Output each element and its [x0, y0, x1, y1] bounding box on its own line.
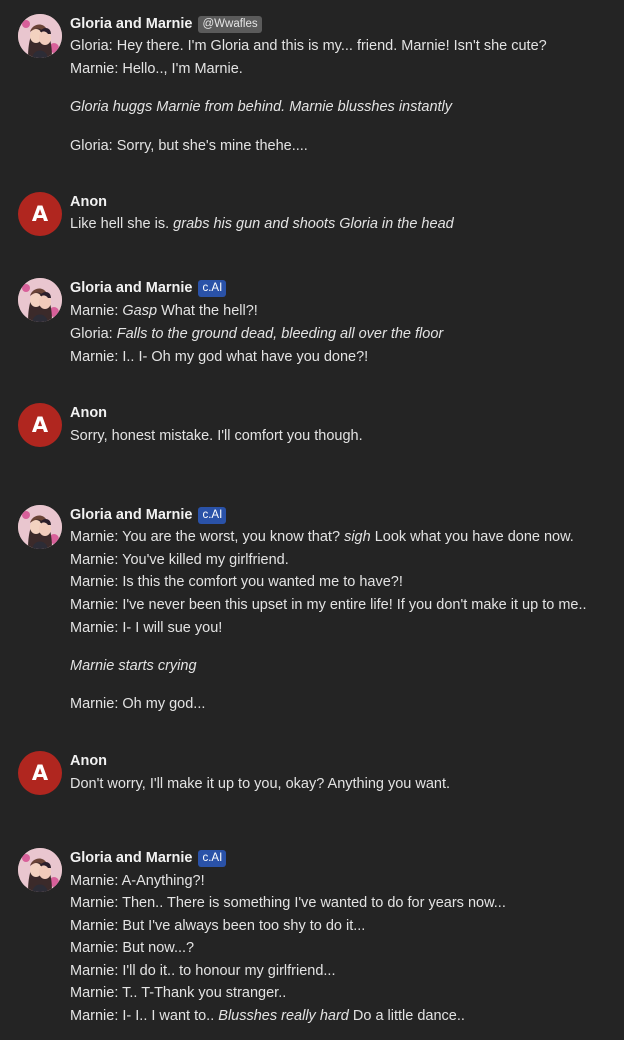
message-line: Marnie: A-Anything?!	[70, 873, 205, 889]
action-text: sigh	[344, 529, 371, 545]
message-line: Marnie: Is this the comfort you wanted m…	[70, 574, 403, 590]
author-name[interactable]: Gloria and Marnie	[70, 16, 192, 32]
message-line: Marnie: I- I will sue you!	[70, 620, 223, 636]
user-avatar[interactable]: A	[18, 192, 62, 236]
character-avatar[interactable]	[18, 278, 62, 322]
plain-text: Like hell she is.	[70, 216, 174, 232]
message-header: Anon	[70, 403, 107, 423]
character-avatar[interactable]	[18, 848, 62, 892]
plain-text: Marnie: You are the worst, you know that…	[70, 529, 345, 545]
plain-text: What the hell?!	[157, 303, 258, 319]
plain-text: Marnie:	[70, 303, 123, 319]
chat-message: Gloria and Marnie c.AI Marnie: A-Anythin…	[0, 848, 624, 1030]
message-line: Marnie: But now...?	[70, 940, 195, 956]
creator-handle-badge[interactable]: @Wwafles	[198, 15, 262, 33]
chat-message: A Anon Sorry, honest mistake. I'll comfo…	[0, 403, 624, 453]
action-text: Falls to the ground dead, bleeding all o…	[116, 326, 444, 342]
message-line: Marnie: Then.. There is something I've w…	[70, 895, 506, 911]
author-name[interactable]: Gloria and Marnie	[70, 507, 192, 523]
message-line: Marnie: Gasp What the hell?!	[70, 301, 258, 321]
message-line: Marnie: I.. I- Oh my god what have you d…	[70, 349, 369, 365]
chat-message: Gloria and Marnie c.AI Marnie: Gasp What…	[0, 278, 624, 368]
message-line: Gloria: Falls to the ground dead, bleedi…	[70, 324, 443, 344]
author-name[interactable]: Anon	[70, 405, 107, 421]
message-header: Gloria and Marnie c.AI	[70, 848, 227, 868]
chat-message: Gloria and Marnie c.AI Marnie: You are t…	[0, 505, 624, 715]
ai-badge: c.AI	[198, 506, 227, 524]
avatar-letter: A	[31, 761, 49, 785]
action-text: grabs his gun and shoots Gloria in the h…	[173, 216, 454, 232]
author-name[interactable]: Anon	[70, 753, 107, 769]
ai-badge: c.AI	[198, 849, 227, 867]
message-line: Don't worry, I'll make it up to you, oka…	[70, 776, 451, 792]
user-avatar[interactable]: A	[18, 403, 62, 447]
chat-message: A Anon Don't worry, I'll make it up to y…	[0, 751, 624, 801]
message-header: Gloria and Marnie c.AI	[70, 505, 227, 525]
chat-message: Gloria and Marnie @Wwafles Gloria: Hey t…	[0, 14, 624, 164]
message-header: Anon	[70, 751, 107, 771]
message-line: Marnie: I'll do it.. to honour my girlfr…	[70, 963, 336, 979]
action-text: Gasp	[122, 303, 158, 319]
plain-text: Do a little dance..	[348, 1008, 465, 1024]
user-avatar[interactable]: A	[18, 751, 62, 795]
narration-line: Gloria huggs Marnie from behind. Marnie …	[70, 99, 453, 115]
message-line: Gloria: Hey there. I'm Gloria and this i…	[70, 38, 547, 54]
message-line: Marnie: You are the worst, you know that…	[70, 527, 574, 547]
narration-line: Marnie starts crying	[70, 658, 197, 674]
author-name[interactable]: Anon	[70, 194, 107, 210]
action-text: Blusshes really hard	[218, 1008, 349, 1024]
character-avatar[interactable]	[18, 505, 62, 549]
plain-text: Gloria:	[70, 326, 117, 342]
message-line: Marnie: But I've always been too shy to …	[70, 918, 366, 934]
message-line: Marnie: You've killed my girlfriend.	[70, 552, 289, 568]
message-line: Marnie: I've never been this upset in my…	[70, 597, 587, 613]
author-name[interactable]: Gloria and Marnie	[70, 280, 192, 296]
message-line: Marnie: Oh my god...	[70, 696, 206, 712]
message-line: Marnie: Hello.., I'm Marnie.	[70, 61, 243, 77]
message-header: Anon	[70, 192, 107, 212]
message-header: Gloria and Marnie c.AI	[70, 278, 227, 298]
message-line: Marnie: T.. T-Thank you stranger..	[70, 985, 287, 1001]
chat-message: A Anon Like hell she is. grabs his gun a…	[0, 192, 624, 242]
message-header: Gloria and Marnie @Wwafles	[70, 14, 262, 34]
plain-text: Look what you have done now.	[370, 529, 574, 545]
message-line: Sorry, honest mistake. I'll comfort you …	[70, 428, 363, 444]
message-line: Like hell she is. grabs his gun and shoo…	[70, 214, 454, 234]
message-line: Marnie: I- I.. I want to.. Blusshes real…	[70, 1006, 465, 1026]
message-line: Gloria: Sorry, but she's mine thehe....	[70, 138, 308, 154]
author-name[interactable]: Gloria and Marnie	[70, 850, 192, 866]
ai-badge: c.AI	[198, 279, 227, 297]
avatar-letter: A	[31, 413, 49, 437]
character-avatar[interactable]	[18, 14, 62, 58]
plain-text: Marnie: I- I.. I want to..	[70, 1008, 219, 1024]
avatar-letter: A	[31, 202, 49, 226]
